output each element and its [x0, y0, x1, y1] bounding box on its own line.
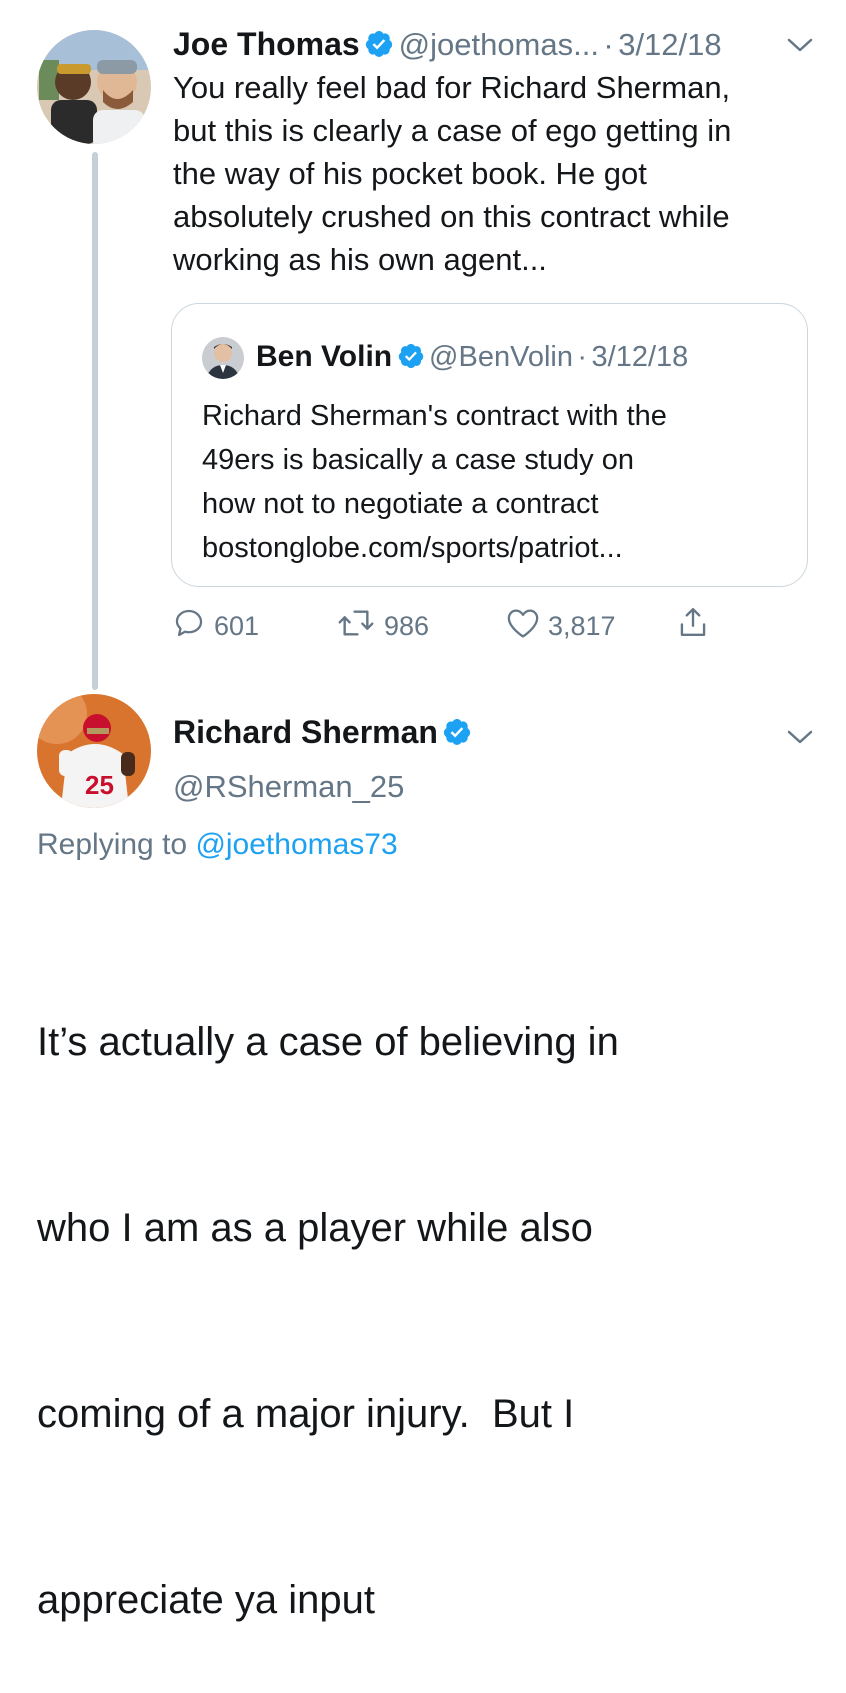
reply-button[interactable]: 601 [172, 604, 259, 648]
like-button[interactable]: 3,817 [506, 604, 616, 648]
quoted-author-handle: @BenVolin [429, 341, 573, 373]
avatar-joe-thomas[interactable] [37, 30, 151, 144]
reply-text-line: who I am as a player while also [37, 1206, 593, 1250]
quoted-tweet-card[interactable]: Ben Volin @BenVolin · 3/12/18 Richard Sh… [171, 303, 808, 587]
replying-to-handle-link[interactable]: @joethomas73 [195, 828, 397, 861]
reply-text-line: appreciate ya input [37, 1578, 376, 1622]
like-count: 3,817 [548, 610, 616, 641]
replying-to: Replying to @joethomas73 [37, 828, 398, 862]
reply-author-block: Richard Sherman @RSherman_25 [173, 712, 472, 807]
retweet-button[interactable]: 986 [336, 604, 429, 648]
reply-text: It’s actually a case of believing in who… [37, 887, 827, 1693]
thread-connector-line [92, 152, 98, 690]
svg-text:25: 25 [85, 770, 114, 800]
share-button[interactable] [676, 604, 718, 648]
quoted-text-line: how not to negotiate a contract [202, 488, 599, 520]
replying-to-label: Replying to [37, 828, 188, 861]
tweet-text-line: but this is clearly a case of ego gettin… [173, 113, 732, 148]
tweet-text-line: working as his own agent... [173, 242, 547, 277]
avatar-joe-thomas-image [37, 30, 151, 144]
quoted-text-line: Richard Sherman's contract with the [202, 400, 667, 432]
share-icon [676, 605, 718, 648]
reply-author-handle[interactable]: @RSherman_25 [173, 767, 472, 807]
tweet-date[interactable]: 3/12/18 [618, 27, 721, 62]
chevron-down-icon[interactable] [786, 36, 814, 59]
avatar-richard-sherman-image: 25 [37, 694, 151, 808]
quoted-date-separator: · [577, 341, 588, 373]
tweet-author-handle[interactable]: @joethomas... [399, 27, 599, 62]
reply-text-line: coming of a major injury. But I [37, 1392, 575, 1436]
quoted-tweet-text: Richard Sherman's contract with the 49er… [202, 394, 792, 570]
retweet-count: 986 [384, 610, 430, 641]
tweet-text-line: the way of his pocket book. He got [173, 156, 647, 191]
quoted-date: 3/12/18 [591, 341, 689, 373]
reply-text-line: It’s actually a case of believing in [37, 1020, 619, 1064]
chevron-down-icon[interactable] [786, 728, 814, 751]
avatar-ben-volin-image [202, 337, 244, 379]
avatar-ben-volin [202, 337, 244, 379]
retweet-icon [336, 606, 384, 647]
tweet-author-name[interactable]: Joe Thomas [173, 26, 360, 62]
like-icon [506, 607, 548, 646]
tweet-text: You really feel bad for Richard Sherman,… [173, 66, 823, 281]
quoted-text-line: bostonglobe.com/sports/patriot... [202, 532, 623, 564]
verified-badge-icon [397, 342, 425, 387]
quoted-tweet-header: Ben Volin @BenVolin · 3/12/18 [256, 336, 688, 387]
tweet-text-line: You really feel bad for Richard Sherman, [173, 70, 731, 105]
reply-icon [172, 606, 214, 647]
reply-author-name[interactable]: Richard Sherman [173, 714, 438, 750]
quoted-text-line: 49ers is basically a case study on [202, 444, 634, 476]
verified-badge-icon [442, 717, 472, 763]
quoted-author-name: Ben Volin [256, 340, 393, 373]
reply-count: 601 [214, 610, 260, 641]
tweet-date-separator: · [603, 27, 614, 62]
avatar-richard-sherman[interactable]: 25 [37, 694, 151, 808]
tweet-text-line: absolutely crushed on this contract whil… [173, 199, 730, 234]
